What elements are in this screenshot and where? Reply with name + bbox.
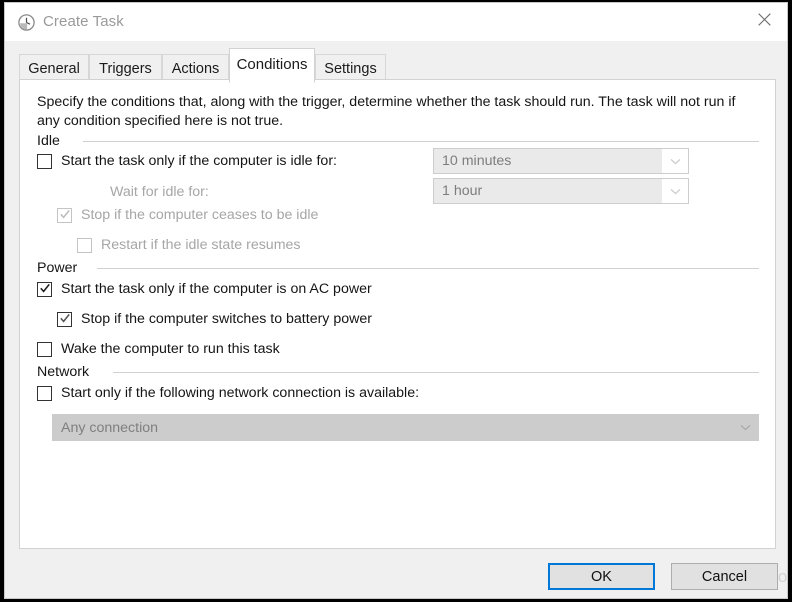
checkbox-box — [57, 207, 72, 223]
checkbox-label: Start only if the following network conn… — [61, 385, 420, 401]
group-label-network: Network — [37, 364, 90, 380]
checkbox-label: Wake the computer to run this task — [61, 341, 280, 357]
checkbox-box — [37, 385, 52, 401]
checkbox-box — [37, 341, 52, 357]
chevron-down-icon — [662, 179, 688, 203]
wait-for-idle-label: Wait for idle for: — [110, 184, 209, 200]
tab-triggers[interactable]: Triggers — [89, 54, 162, 82]
checkbox-label: Stop if the computer ceases to be idle — [81, 207, 319, 223]
checkbox-box — [77, 237, 92, 253]
checkbox-label: Start the task only if the computer is i… — [61, 153, 337, 169]
checkbox-label: Start the task only if the computer is o… — [61, 281, 372, 297]
group-label-power: Power — [37, 260, 78, 276]
wait-for-idle-dropdown[interactable]: 1 hour — [433, 178, 689, 204]
checkbox-stop-if-switches-to-battery[interactable]: Stop if the computer switches to battery… — [57, 311, 372, 327]
checkbox-label: Stop if the computer switches to battery… — [81, 311, 372, 327]
tab-settings[interactable]: Settings — [315, 54, 386, 82]
checkbox-wake-computer[interactable]: Wake the computer to run this task — [37, 341, 280, 357]
panel-description: Specify the conditions that, along with … — [37, 94, 736, 129]
ok-button[interactable]: OK — [548, 563, 655, 590]
network-connection-dropdown[interactable]: Any connection — [52, 414, 759, 441]
checkbox-start-only-on-ac-power[interactable]: Start the task only if the computer is o… — [37, 281, 372, 297]
group-divider-power — [97, 268, 759, 269]
cancel-button[interactable]: Cancel — [671, 563, 778, 590]
checkbox-restart-if-idle-resumes[interactable]: Restart if the idle state resumes — [77, 237, 301, 253]
tab-general[interactable]: General — [19, 54, 89, 82]
checkbox-box — [57, 311, 72, 327]
tab-strip: General Triggers Actions Conditions Sett… — [5, 41, 787, 83]
checkbox-start-task-if-idle[interactable]: Start the task only if the computer is i… — [37, 153, 337, 169]
window-title: Create Task — [43, 13, 124, 30]
wait-for-idle-value: 1 hour — [442, 183, 483, 199]
conditions-panel: Specify the conditions that, along with … — [19, 79, 776, 549]
chevron-down-icon — [662, 149, 688, 173]
network-connection-value: Any connection — [61, 419, 159, 436]
create-task-dialog: Create Task General Triggers Actions Con… — [4, 2, 788, 599]
checkbox-label: Restart if the idle state resumes — [101, 237, 301, 253]
idle-duration-value: 10 minutes — [442, 153, 512, 169]
group-label-idle: Idle — [37, 133, 60, 149]
chevron-down-icon — [732, 415, 758, 440]
checkbox-box — [37, 153, 52, 169]
group-divider-network — [113, 372, 759, 373]
close-icon[interactable] — [741, 3, 787, 35]
checkbox-box — [37, 281, 52, 297]
idle-duration-dropdown[interactable]: 10 minutes — [433, 148, 689, 174]
checkbox-stop-if-computer-ceases-idle[interactable]: Stop if the computer ceases to be idle — [57, 207, 318, 223]
tab-actions[interactable]: Actions — [162, 54, 229, 82]
group-divider-idle — [83, 141, 759, 142]
checkbox-start-if-network-available[interactable]: Start only if the following network conn… — [37, 385, 419, 401]
tab-conditions[interactable]: Conditions — [229, 48, 315, 83]
title-bar: Create Task — [5, 3, 787, 41]
clock-icon — [18, 14, 35, 31]
